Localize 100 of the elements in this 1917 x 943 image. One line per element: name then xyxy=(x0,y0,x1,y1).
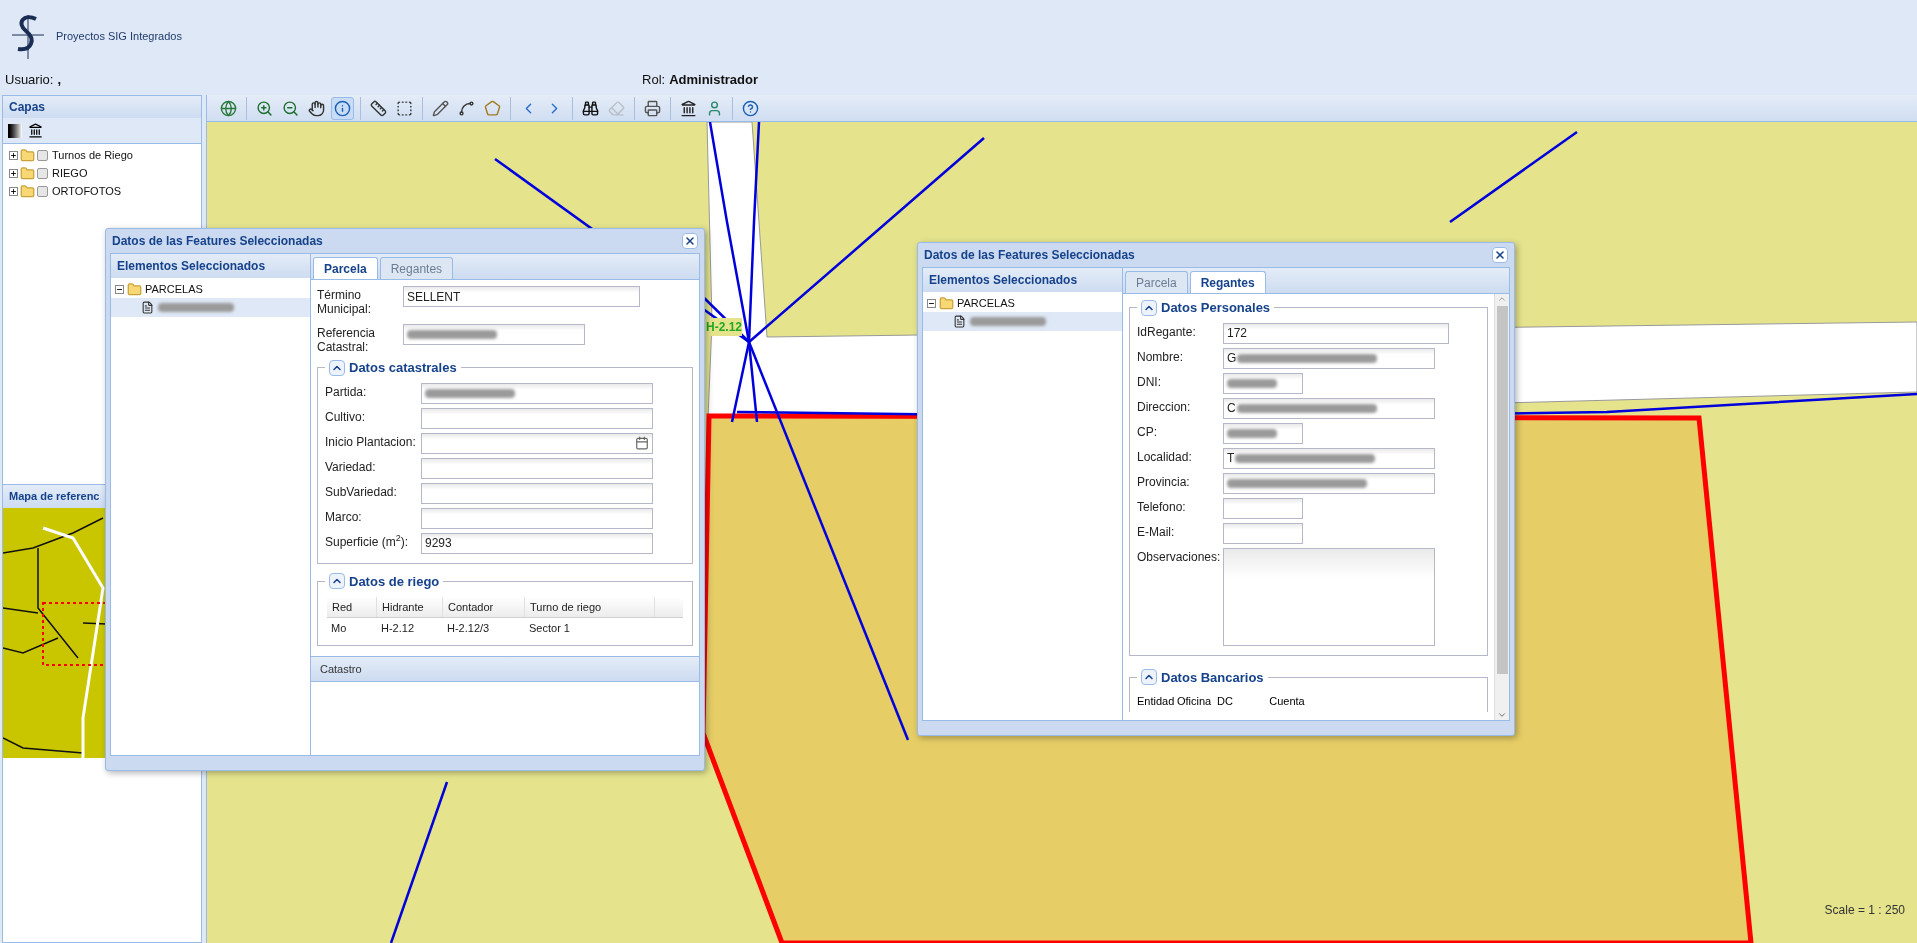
layer-checkbox[interactable] xyxy=(37,185,48,197)
input-field[interactable] xyxy=(421,407,653,429)
hand-icon xyxy=(308,99,325,117)
input-field[interactable] xyxy=(421,482,653,504)
plus-icon xyxy=(10,169,17,177)
field-label: Localidad: xyxy=(1137,448,1193,464)
plus-icon xyxy=(10,151,17,159)
tab[interactable]: Parcela xyxy=(313,257,378,279)
input-field[interactable]: C xyxy=(1223,397,1435,419)
input-field[interactable]: 9293 xyxy=(421,532,653,554)
collapse-button[interactable] xyxy=(329,359,345,376)
column-label: Oficina xyxy=(1177,694,1213,709)
field-label: Marco: xyxy=(325,508,363,524)
panel-header: Elementos Seleccionados xyxy=(111,254,310,278)
section-title: Datos de riego xyxy=(349,572,440,591)
input-field[interactable] xyxy=(421,507,653,529)
collapse-button[interactable] xyxy=(1141,669,1157,686)
ruler-icon xyxy=(370,99,387,117)
scroll-up-icon[interactable] xyxy=(1497,294,1507,304)
section-title: Datos Personales xyxy=(1161,299,1271,317)
field-label: SubVariedad: xyxy=(325,483,398,499)
dialog-title: Datos de las Features Seleccionadas xyxy=(924,247,1135,264)
input-field[interactable]: SELLENT xyxy=(403,286,640,307)
field-label: CP: xyxy=(1137,423,1158,439)
column-header[interactable]: Turno de riego xyxy=(525,597,655,617)
scale-label: Scale = 1 : 250 xyxy=(1824,902,1905,919)
section-title: Datos Bancarios xyxy=(1161,668,1264,687)
input-field[interactable] xyxy=(403,324,585,345)
collapse-toggle[interactable] xyxy=(927,298,936,308)
expand-toggle[interactable] xyxy=(9,150,18,160)
field-label: Término Municipal: xyxy=(317,287,373,316)
area-icon xyxy=(396,99,413,117)
panel-header: Capas xyxy=(3,96,201,118)
polyline-icon xyxy=(458,99,475,117)
folder-icon xyxy=(20,165,35,181)
input-field[interactable]: T xyxy=(1223,447,1435,469)
section-title: Datos catastrales xyxy=(349,359,457,377)
close-icon xyxy=(684,235,696,247)
building-icon xyxy=(680,99,697,117)
blurred-text xyxy=(1227,428,1277,438)
collapse-button[interactable] xyxy=(329,573,345,590)
tab[interactable]: Parcela xyxy=(1125,271,1188,293)
expand-toggle[interactable] xyxy=(9,168,18,178)
field-label: Nombre: xyxy=(1137,348,1184,364)
field-label: Observaciones: xyxy=(1137,548,1222,564)
tree-node[interactable]: RIEGO xyxy=(52,164,88,182)
blurred-text xyxy=(1227,378,1277,388)
tab[interactable]: Regantes xyxy=(379,257,454,279)
gradient-icon[interactable] xyxy=(8,123,22,138)
scrollbar[interactable] xyxy=(1494,294,1509,720)
close-button[interactable] xyxy=(1492,247,1508,263)
panel-header[interactable]: Catastro xyxy=(311,656,699,682)
user-label: Usuario: xyxy=(5,70,54,89)
table-cell-text: H-2.12 xyxy=(380,620,416,636)
user-value: , xyxy=(57,70,62,89)
layer-checkbox[interactable] xyxy=(37,149,48,161)
text-area[interactable] xyxy=(1223,547,1435,646)
dialog-title: Datos de las Features Seleccionadas xyxy=(112,233,323,250)
input-field[interactable]: 172 xyxy=(1223,322,1449,344)
layer-checkbox[interactable] xyxy=(37,167,48,179)
zoom-in-icon xyxy=(256,99,273,117)
record-icon xyxy=(953,315,966,328)
close-button[interactable] xyxy=(682,233,698,249)
tree-node[interactable]: PARCELAS xyxy=(145,280,203,298)
input-field[interactable] xyxy=(1223,422,1303,444)
globe-icon xyxy=(220,99,237,117)
expand-toggle[interactable] xyxy=(9,186,18,196)
input-field[interactable] xyxy=(1223,497,1303,519)
input-field[interactable] xyxy=(421,457,653,479)
tree-node[interactable]: PARCELAS xyxy=(957,294,1015,312)
tab[interactable]: Regantes xyxy=(1189,271,1266,293)
input-field[interactable]: G xyxy=(1223,347,1435,369)
folder-icon xyxy=(939,295,954,311)
input-field[interactable] xyxy=(1223,522,1303,544)
column-header[interactable]: Hidrante xyxy=(377,597,443,617)
column-header[interactable]: Contador xyxy=(443,597,525,617)
field-label: Telefono: xyxy=(1137,498,1187,514)
table-cell-text: Mo xyxy=(330,620,348,636)
scroll-down-icon[interactable] xyxy=(1497,710,1507,720)
field-label: E-Mail: xyxy=(1137,523,1176,539)
tree-node[interactable]: ORTOFOTOS xyxy=(52,182,122,200)
eraser-icon xyxy=(608,99,625,117)
column-label: Entidad xyxy=(1137,694,1174,709)
collapse-toggle[interactable] xyxy=(115,284,124,294)
close-icon xyxy=(1494,249,1506,261)
info-button[interactable] xyxy=(331,96,354,120)
column-header[interactable]: Red xyxy=(327,597,377,617)
input-field[interactable] xyxy=(1223,472,1435,494)
collapse-button[interactable] xyxy=(1141,299,1157,316)
input-field[interactable] xyxy=(1223,372,1303,394)
table-cell-text: Sector 1 xyxy=(528,620,571,636)
building-icon[interactable] xyxy=(28,123,43,138)
tree-node[interactable]: Turnos de Riego xyxy=(52,146,133,164)
role-value: Administrador xyxy=(669,70,758,89)
input-field[interactable] xyxy=(421,382,653,404)
date-field[interactable] xyxy=(421,432,653,454)
column-label: Cuenta xyxy=(1268,694,1306,709)
pencil-icon xyxy=(432,99,449,117)
help-icon xyxy=(742,99,759,117)
plus-icon xyxy=(10,187,17,195)
